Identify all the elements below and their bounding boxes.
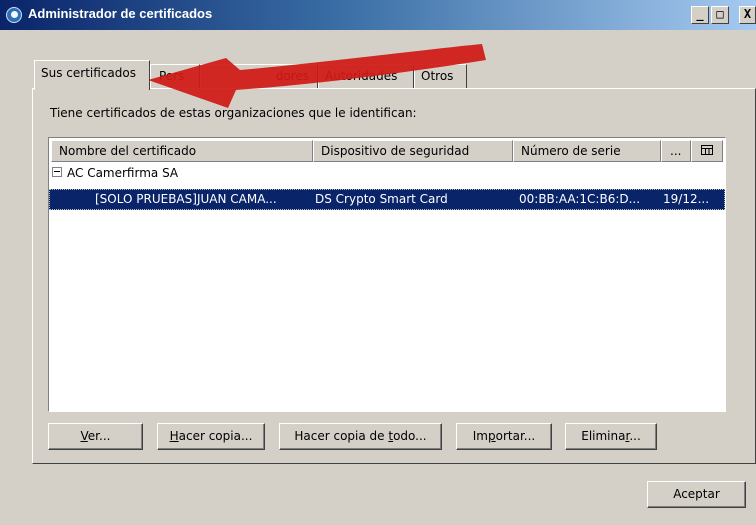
minimize-button[interactable]: _ [691,6,709,24]
column-picker-icon[interactable] [691,140,723,162]
column-header-name[interactable]: Nombre del certificado [51,140,313,162]
accept-button[interactable]: Aceptar [647,481,746,508]
backup-all-label-post: odo... [393,429,427,443]
maximize-button[interactable]: □ [711,6,729,24]
column-header-device[interactable]: Dispositivo de seguridad [313,140,513,162]
backup-label-key: H [169,429,179,443]
description-text: Tiene certificados de estas organizacion… [50,106,417,120]
tab-autoridades[interactable]: Autoridades [318,64,414,88]
view-label-key: V [80,429,88,443]
cert-name-cell: [SOLO PRUEBAS]JUAN CAMA... [95,192,277,206]
certificate-tree[interactable]: Nombre del certificado Dispositivo de se… [48,137,726,412]
tab-personas[interactable]: Pers [150,64,200,88]
backup-label-post: acer copia... [178,429,253,443]
app-icon [6,7,22,23]
import-label-post: ortar... [495,429,536,443]
column-header-more[interactable]: ... [661,140,691,162]
view-label-post: er... [87,429,111,443]
tab-sus-certificados[interactable]: Sus certificados [34,60,150,90]
column-header-serial[interactable]: Número de serie [513,140,661,162]
cert-serial-cell: 00:BB:AA:1C:B6:D... [519,192,641,206]
close-button[interactable]: X [739,6,756,24]
window-title: Administrador de certificados [28,6,213,21]
tree-group-row[interactable]: AC Camerfirma SA [49,164,725,182]
tab-otros[interactable]: Otros [414,64,467,88]
backup-all-label-pre: Hacer copia de [294,429,389,443]
delete-label-pre: Elimina [581,429,626,443]
import-label-key: p [488,429,496,443]
view-button[interactable]: Ver... [48,423,143,450]
import-button[interactable]: Importar... [456,423,552,450]
table-header: Nombre del certificado Dispositivo de se… [49,140,725,162]
tab-servidores[interactable]: dores [200,64,318,88]
collapse-toggle-icon[interactable] [52,167,62,177]
cert-date-cell: 19/12... [663,192,710,206]
backup-button[interactable]: Hacer copia... [157,423,265,450]
import-label-pre: Im [472,429,488,443]
delete-button[interactable]: Eliminar... [565,423,657,450]
backup-all-button[interactable]: Hacer copia de todo... [279,423,442,450]
title-bar: Administrador de certificados _ □ X [0,0,756,30]
table-row[interactable]: [SOLO PRUEBAS]JUAN CAMA... DS Crypto Sma… [49,189,725,210]
delete-label-post: ... [629,429,641,443]
cert-device-cell: DS Crypto Smart Card [315,192,448,206]
organization-label: AC Camerfirma SA [67,166,179,180]
